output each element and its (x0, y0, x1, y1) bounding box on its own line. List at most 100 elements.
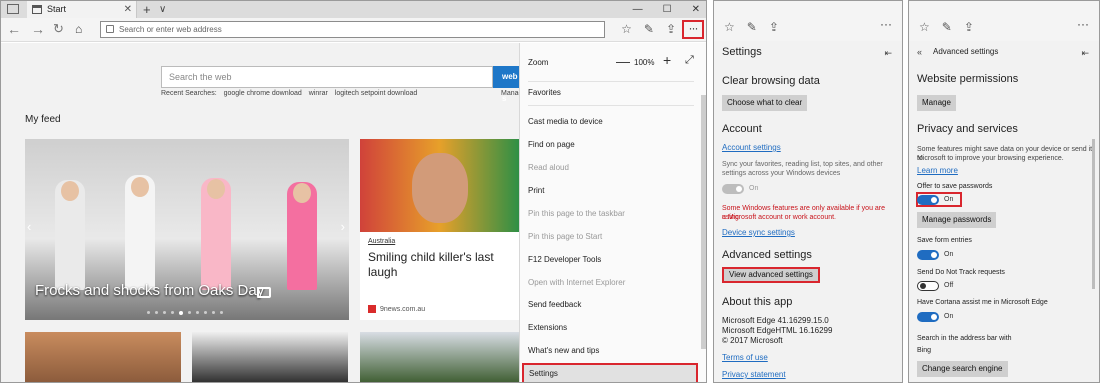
pane-title: Advanced settings (933, 47, 999, 56)
recent-search-link[interactable]: winrar (309, 90, 328, 97)
new-tab-icon[interactable]: + (143, 1, 151, 18)
pin-icon[interactable]: ⇤ (1081, 48, 1089, 59)
favorites-star-icon[interactable]: ☆ (919, 20, 930, 34)
share-icon[interactable]: ⇪ (666, 22, 676, 36)
pen-icon[interactable]: ✎ (942, 20, 952, 34)
web-search-input[interactable]: Search the web (161, 66, 493, 88)
carousel-dot[interactable] (147, 311, 150, 314)
fullscreen-icon[interactable]: ⤢ (685, 54, 694, 67)
more-icon[interactable]: ··· (1077, 17, 1089, 31)
carousel-dot[interactable] (212, 311, 215, 314)
toggle-state: Off (944, 282, 954, 289)
minimize-icon[interactable]: — (633, 1, 643, 18)
toggle-state: On (749, 185, 759, 192)
forward-icon[interactable]: → (31, 21, 45, 37)
feed-card[interactable] (360, 332, 519, 382)
address-bar[interactable]: Search or enter web address (100, 21, 605, 38)
more-icon[interactable]: ··· (880, 17, 892, 31)
home-icon[interactable]: ⌂ (75, 21, 82, 37)
search-engine-value: Bing (917, 347, 932, 354)
close-window-icon[interactable]: ✕ (692, 1, 700, 18)
menu-item-open-ie: Open with Internet Explorer (528, 278, 626, 287)
learn-more-link[interactable]: Learn more (917, 166, 958, 175)
menu-item-cast[interactable]: Cast media to device (528, 117, 603, 126)
carousel-dot[interactable] (155, 311, 158, 314)
recent-search-link[interactable]: logitech setpoint download (335, 90, 418, 97)
menu-item-whats-new[interactable]: What's new and tips (528, 346, 599, 355)
save-form-toggle[interactable] (917, 250, 939, 260)
do-not-track-toggle[interactable] (917, 281, 939, 291)
chevron-down-icon[interactable]: ∨ (159, 1, 166, 18)
menu-item-pin-taskbar: Pin this page to the taskbar (528, 209, 625, 218)
carousel-dot[interactable] (163, 311, 166, 314)
source-name: 9news.com.au (380, 305, 426, 313)
photo-head (293, 183, 311, 203)
carousel-dot[interactable] (188, 311, 191, 314)
view-advanced-settings-button[interactable]: View advanced settings (722, 267, 820, 283)
carousel-dot[interactable] (171, 311, 174, 314)
menu-item-print[interactable]: Print (528, 186, 544, 195)
navigation-bar: ← → ↻ ⌂ Search or enter web address ☆ ✎ … (1, 18, 706, 42)
zoom-label: Zoom (528, 58, 549, 67)
warning-text: a Microsoft account or work account. (722, 214, 836, 221)
menu-item-pin-start: Pin this page to Start (528, 232, 603, 241)
back-icon[interactable]: « (917, 47, 922, 57)
edgehtml-version: Microsoft EdgeHTML 16.16299 (722, 326, 833, 335)
menu-item-settings[interactable]: Settings (522, 363, 698, 382)
menu-item-feedback[interactable]: Send feedback (528, 300, 581, 309)
carousel-dot[interactable] (220, 311, 223, 314)
feed-card[interactable] (25, 332, 181, 382)
pen-icon[interactable]: ✎ (747, 20, 757, 34)
favorites-star-icon[interactable]: ☆ (621, 22, 632, 36)
maximize-icon[interactable]: ☐ (663, 1, 672, 18)
carousel-dot[interactable] (196, 311, 199, 314)
feed-title: My feed (25, 114, 61, 125)
carousel-dot-active[interactable] (179, 311, 183, 315)
feed-card-oaks-day[interactable]: ‹ › Frocks and shocks from Oaks Day (25, 139, 349, 320)
cortana-toggle[interactable] (917, 312, 939, 322)
refresh-icon[interactable]: ↻ (53, 21, 64, 37)
pen-icon[interactable]: ✎ (644, 22, 654, 36)
choose-what-to-clear-button[interactable]: Choose what to clear (722, 95, 808, 111)
feed-card[interactable] (192, 332, 348, 382)
toggle-knob (736, 186, 742, 192)
device-sync-link[interactable]: Device sync settings (722, 228, 795, 237)
card-category[interactable]: Australia (368, 238, 395, 245)
privacy-statement-link[interactable]: Privacy statement (722, 370, 786, 379)
menu-item-f12[interactable]: F12 Developer Tools (528, 255, 601, 264)
share-icon[interactable]: ⇪ (769, 20, 779, 34)
menu-scrollbar[interactable] (701, 95, 706, 349)
recent-searches: Recent Searches: google chrome download … (161, 90, 422, 97)
menu-item-find[interactable]: Find on page (528, 140, 575, 149)
feed-card-news[interactable]: Australia Smiling child killer's last la… (360, 139, 519, 320)
section-heading: Website permissions (917, 73, 1019, 85)
share-icon[interactable]: ⇪ (964, 20, 974, 34)
menu-item-favorites[interactable]: Favorites (528, 88, 561, 97)
source-logo-icon (368, 305, 376, 313)
toggle-state: On (944, 313, 954, 320)
pin-icon[interactable]: ⇤ (884, 48, 892, 59)
offer-passwords-toggle[interactable] (917, 195, 939, 205)
carousel-dot[interactable] (204, 311, 207, 314)
change-search-engine-button[interactable]: Change search engine (917, 361, 1008, 377)
more-icon[interactable]: ··· (682, 20, 704, 39)
recent-search-link[interactable]: google chrome download (224, 90, 302, 97)
terms-link[interactable]: Terms of use (722, 353, 768, 362)
close-tab-icon[interactable]: ✕ (124, 1, 132, 18)
chevron-left-icon[interactable]: ‹ (27, 219, 31, 234)
window-controls: — ☐ ✕ (633, 1, 700, 18)
favorites-star-icon[interactable]: ☆ (724, 20, 735, 34)
menu-item-extensions[interactable]: Extensions (528, 323, 567, 332)
chevron-right-icon[interactable]: › (341, 219, 345, 234)
back-icon[interactable]: ← (7, 21, 21, 37)
toolbar-icons: ☆ ✎ ⇪ (724, 20, 779, 34)
tab-start[interactable]: Start ✕ (27, 1, 137, 18)
zoom-in-icon[interactable]: + (663, 52, 671, 68)
account-settings-link[interactable]: Account settings (722, 143, 781, 152)
manage-permissions-button[interactable]: Manage (917, 95, 956, 111)
manage-passwords-button[interactable]: Manage passwords (917, 212, 997, 228)
zoom-out-icon[interactable]: — (616, 53, 630, 69)
pane-scrollbar[interactable] (1092, 139, 1095, 289)
toggle-knob (931, 252, 937, 258)
tab-preview-icon[interactable] (7, 4, 19, 14)
